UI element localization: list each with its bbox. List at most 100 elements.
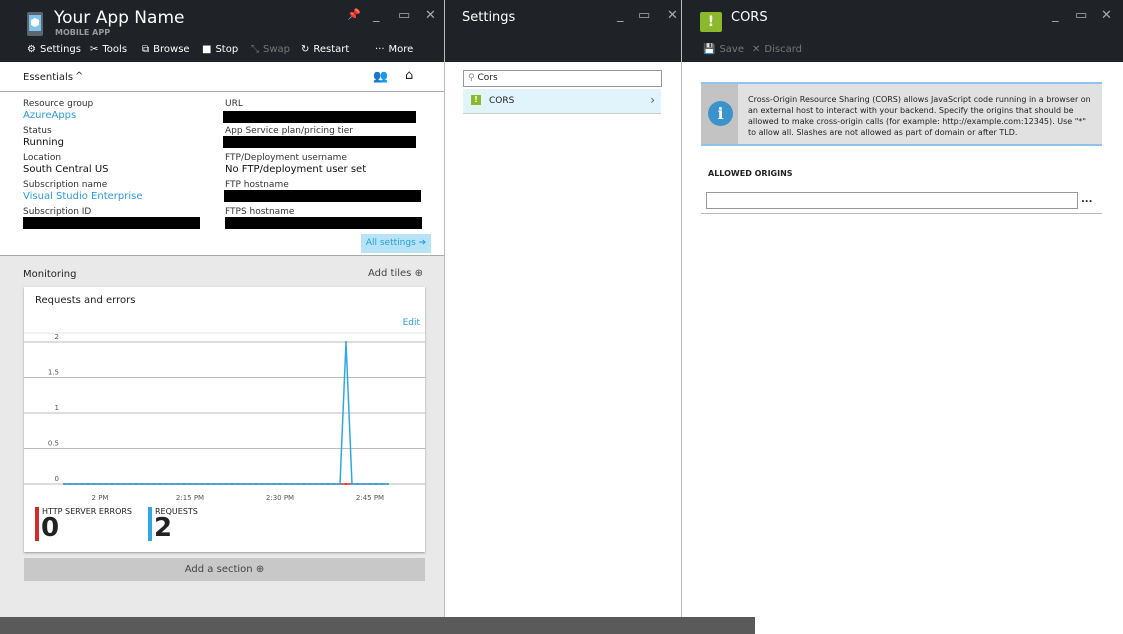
cors-item-label: CORS [489, 96, 515, 106]
data-point [171, 483, 173, 485]
more-icon: ··· [375, 44, 385, 55]
allowed-origin-input[interactable] [706, 192, 1078, 209]
y-tick-label: 0.5 [48, 440, 59, 448]
resource-group-link[interactable]: AzureApps [23, 110, 76, 121]
tools-button[interactable]: ✂ Tools [90, 44, 127, 55]
redacted-ftp-host [224, 190, 421, 202]
data-point [249, 483, 251, 485]
monitoring-section: Monitoring Add tiles ⊕ Requests and erro… [0, 255, 444, 617]
cors-info-text: Cross-Origin Resource Sharing (CORS) all… [748, 95, 1091, 137]
settings-button[interactable]: ⚙ Settings [27, 44, 81, 55]
app-blade: Your App Name MOBILE APP 📌 _ ▭ ✕ ⚙ Settin… [0, 0, 445, 617]
x-tick-label: 2:30 PM [266, 494, 294, 502]
data-point [141, 483, 143, 485]
data-point [231, 483, 233, 485]
data-point [87, 483, 89, 485]
data-point [357, 483, 359, 485]
data-point [375, 483, 377, 485]
settings-search-input[interactable]: ⚲ Cors [463, 70, 662, 87]
essentials-bar[interactable]: Essentials ^ 👥 ⌂ [0, 62, 444, 92]
discard-icon: ✕ [752, 44, 761, 55]
browse-label: Browse [153, 44, 190, 55]
mobile-app-icon [27, 12, 43, 36]
settings-title: Settings [462, 10, 516, 25]
minimize-icon[interactable]: _ [1052, 8, 1059, 23]
data-point [69, 483, 71, 485]
scroll-track [755, 617, 1123, 634]
maximize-icon[interactable]: ▭ [1075, 8, 1087, 23]
swap-button[interactable]: ⤡ Swap [251, 44, 290, 55]
swap-label: Swap [263, 44, 291, 55]
stop-button[interactable]: ■ Stop [202, 44, 238, 55]
data-point [339, 483, 341, 485]
pin-icon[interactable]: 📌 [347, 8, 361, 21]
location-value: South Central US [23, 164, 109, 175]
data-point [363, 483, 365, 485]
users-icon[interactable]: 👥 [373, 69, 388, 83]
plus-circle-icon: ⊕ [414, 268, 423, 279]
settings-blade: Settings _ ▭ ✕ ⚲ Cors ! CORS › [445, 0, 682, 617]
chevron-up-icon[interactable]: ^ [75, 71, 83, 82]
discard-label: Discard [764, 44, 802, 55]
subscription-name-link[interactable]: Visual Studio Enterprise [23, 191, 143, 202]
info-icon: i [708, 101, 733, 126]
all-settings-button[interactable]: All settings ➔ [361, 234, 431, 253]
data-point [117, 483, 119, 485]
data-point [279, 483, 281, 485]
data-point [183, 483, 185, 485]
data-point [267, 483, 269, 485]
url-label: URL [225, 99, 243, 109]
x-tick-label: 2:45 PM [356, 494, 384, 502]
ftp-user-label: FTP/Deployment username [225, 153, 347, 163]
data-point [135, 483, 137, 485]
data-point [165, 483, 167, 485]
edit-link[interactable]: Edit [403, 318, 420, 328]
data-point [381, 483, 383, 485]
add-section-button[interactable]: Add a section ⊕ [24, 558, 425, 581]
data-point [129, 483, 131, 485]
close-icon[interactable]: ✕ [667, 8, 678, 23]
cors-info-box: i Cross-Origin Resource Sharing (CORS) a… [701, 82, 1102, 146]
status-value: Running [23, 137, 64, 148]
close-icon[interactable]: ✕ [425, 8, 436, 23]
data-point [99, 483, 101, 485]
data-point [261, 483, 263, 485]
tools-icon: ✂ [90, 44, 99, 55]
add-tiles-button[interactable]: Add tiles ⊕ [368, 268, 423, 279]
close-icon[interactable]: ✕ [1101, 8, 1112, 23]
tag-icon[interactable]: ⌂ [405, 68, 413, 83]
add-section-label: Add a section [184, 564, 253, 575]
requests-chart-tile[interactable]: Requests and errors Edit 2 1.5 1 0.5 0 2 PM 2:… [24, 287, 425, 552]
minimize-icon[interactable]: _ [373, 8, 380, 23]
maximize-icon[interactable]: ▭ [398, 8, 410, 23]
horizontal-scrollbar[interactable] [0, 617, 755, 634]
data-point [189, 483, 191, 485]
maximize-icon[interactable]: ▭ [638, 8, 650, 23]
discard-button[interactable]: ✕ Discard [752, 44, 802, 55]
data-point [327, 483, 329, 485]
data-point [285, 483, 287, 485]
essentials-label: Essentials [23, 72, 74, 83]
data-point [111, 483, 113, 485]
minimize-icon[interactable]: _ [617, 8, 624, 23]
y-tick-label: 1.5 [48, 369, 59, 377]
save-label: Save [719, 44, 744, 55]
save-icon: 💾 [703, 44, 716, 55]
errors-color-bar [35, 507, 39, 541]
data-point [315, 483, 317, 485]
settings-item-cors[interactable]: ! CORS › [463, 89, 661, 114]
restart-label: Restart [313, 44, 350, 55]
restart-button[interactable]: ↻ Restart [301, 44, 349, 55]
browse-button[interactable]: ⧉ Browse [142, 44, 190, 55]
save-button[interactable]: 💾 Save [703, 44, 744, 55]
data-point [321, 483, 323, 485]
data-point [177, 483, 179, 485]
search-icon: ⚲ [468, 73, 475, 83]
add-tiles-label: Add tiles [368, 268, 412, 279]
more-button[interactable]: ··· More [375, 44, 413, 55]
gear-icon: ⚙ [27, 44, 36, 55]
chart-svg: 2 1.5 1 0.5 0 2 PM 2:15 PM 2:30 PM 2:45 PM [24, 332, 425, 502]
more-options-button[interactable]: ... [1081, 194, 1092, 205]
data-point [225, 483, 227, 485]
browse-icon: ⧉ [142, 44, 150, 55]
